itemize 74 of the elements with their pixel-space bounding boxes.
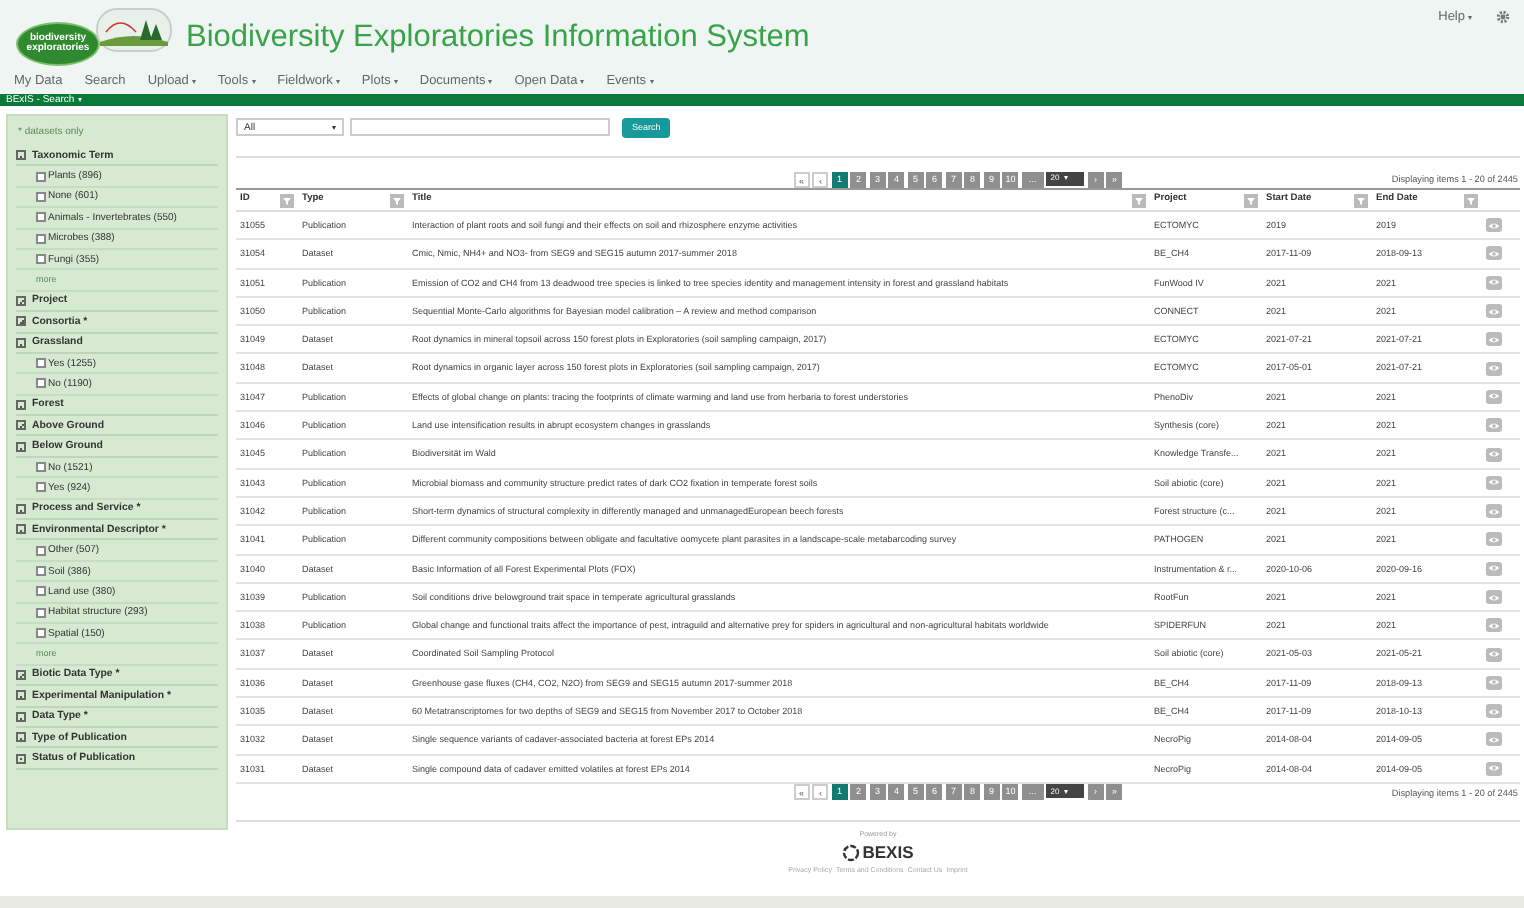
expand-icon[interactable] — [16, 316, 26, 327]
eye-icon — [1488, 392, 1500, 401]
view-button[interactable] — [1486, 618, 1502, 633]
collapse-icon[interactable] — [16, 337, 26, 348]
eye-icon — [1488, 221, 1500, 230]
eye-icon — [1488, 593, 1500, 601]
checkbox[interactable] — [36, 171, 46, 182]
collapse-icon[interactable] — [16, 732, 26, 743]
checkbox[interactable] — [36, 254, 46, 265]
collapse-icon[interactable] — [16, 503, 26, 514]
view-button[interactable] — [1486, 475, 1502, 490]
eye-icon — [1488, 707, 1500, 716]
collapse-icon[interactable] — [16, 399, 26, 410]
view-button[interactable] — [1486, 389, 1502, 404]
checkbox[interactable] — [36, 378, 46, 389]
view-button[interactable] — [1486, 590, 1502, 604]
view-button[interactable] — [1486, 304, 1502, 319]
view-button[interactable] — [1486, 361, 1502, 376]
view-button[interactable] — [1486, 504, 1502, 519]
collapse-icon[interactable] — [16, 524, 26, 535]
landscape-drawing — [96, 7, 172, 51]
eye-icon — [1488, 335, 1500, 344]
collapse-icon[interactable] — [16, 690, 26, 701]
view-button[interactable] — [1486, 761, 1502, 776]
checkbox[interactable] — [36, 566, 46, 576]
view-button[interactable] — [1486, 732, 1502, 747]
checkbox[interactable] — [36, 462, 46, 473]
checkbox[interactable] — [36, 607, 46, 618]
checkbox[interactable] — [36, 358, 46, 369]
collapse-icon[interactable] — [16, 711, 26, 722]
checkbox[interactable] — [36, 191, 46, 202]
view-button[interactable] — [1486, 332, 1502, 347]
checkbox[interactable] — [36, 628, 46, 639]
checkbox[interactable] — [36, 545, 46, 556]
app-title: Biodiversity Exploratories Information System — [186, 20, 810, 58]
view-button[interactable] — [1486, 704, 1502, 719]
eye-icon — [1488, 507, 1500, 516]
expand-icon[interactable] — [16, 420, 26, 431]
search-field[interactable] — [350, 118, 610, 136]
view-button[interactable] — [1486, 647, 1502, 662]
eye-icon — [1488, 364, 1500, 373]
collapse-icon[interactable] — [16, 150, 26, 161]
view-button[interactable] — [1486, 675, 1502, 690]
eye-icon — [1488, 278, 1500, 287]
eye-icon — [1488, 450, 1500, 459]
collapse-icon[interactable] — [16, 753, 26, 764]
eye-icon — [1488, 535, 1500, 544]
collapse-icon[interactable] — [16, 441, 26, 452]
settings-icon — [1496, 10, 1510, 24]
checkbox[interactable] — [36, 212, 46, 223]
eye-icon — [1488, 621, 1500, 630]
ring-logo-icon — [842, 843, 861, 862]
checkbox[interactable] — [36, 233, 46, 244]
view-button[interactable] — [1486, 246, 1502, 261]
view-button[interactable] — [1486, 561, 1502, 576]
eye-icon — [1488, 735, 1500, 744]
eye-icon — [1488, 650, 1500, 659]
eye-icon — [1488, 564, 1500, 573]
view-button[interactable] — [1486, 532, 1502, 547]
eye-icon — [1488, 307, 1500, 316]
eye-icon — [1488, 764, 1500, 773]
eye-icon — [1488, 249, 1500, 258]
view-button[interactable] — [1486, 218, 1502, 233]
checkbox[interactable] — [36, 482, 46, 493]
expand-icon[interactable] — [16, 295, 26, 306]
view-button[interactable] — [1486, 275, 1502, 290]
eye-icon — [1488, 421, 1500, 430]
eye-icon — [1488, 678, 1500, 687]
view-button[interactable] — [1486, 447, 1502, 462]
view-button[interactable] — [1486, 418, 1502, 433]
expand-icon[interactable] — [16, 669, 26, 680]
eye-icon — [1488, 478, 1500, 487]
brand-name: BEXIS — [862, 842, 914, 863]
checkbox[interactable] — [36, 586, 46, 597]
